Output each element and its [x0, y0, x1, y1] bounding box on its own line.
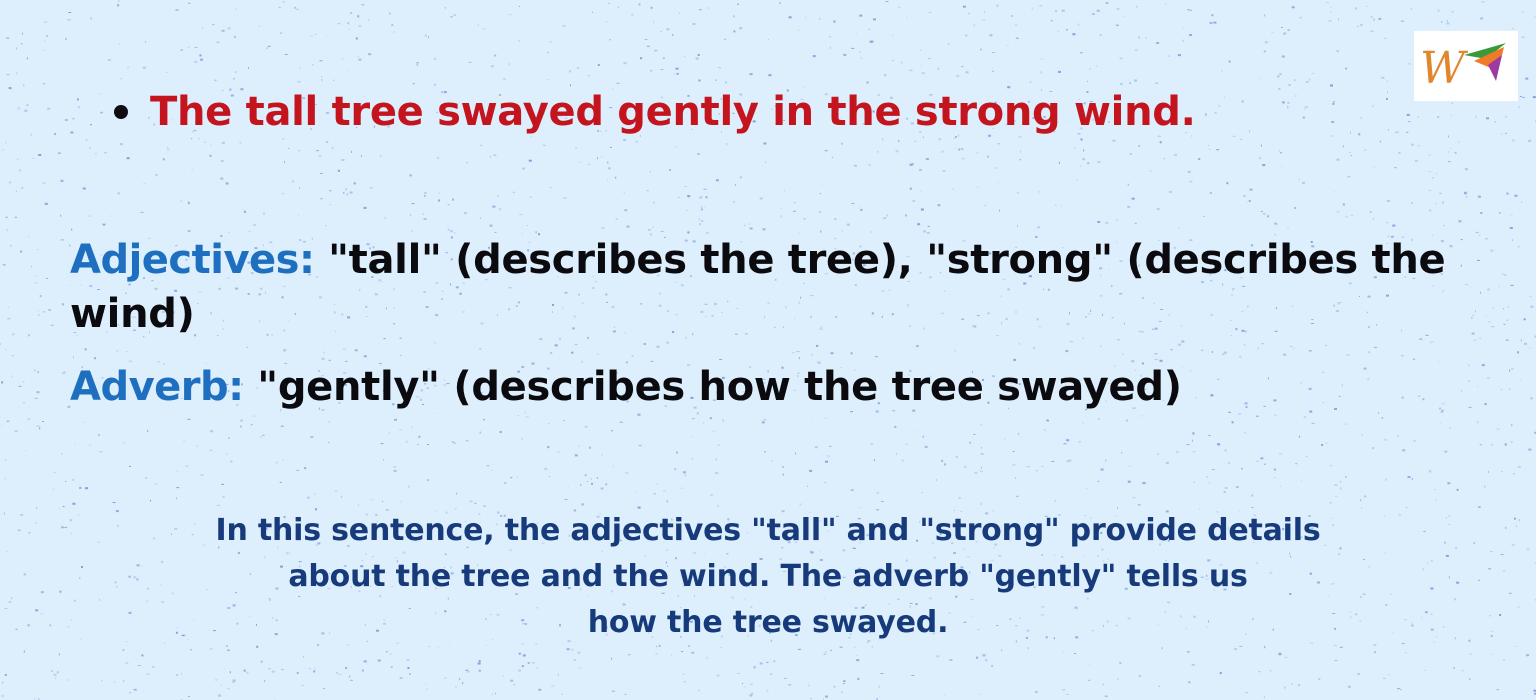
adverb-text: "gently" (describes how the tree swayed) [243, 364, 1182, 410]
adverb-explanation: Adverb: "gently" (describes how the tree… [70, 360, 1450, 414]
logo-letter: W [1420, 43, 1469, 94]
bullet-dot-icon [114, 105, 128, 119]
adverb-term: Adverb: [70, 364, 244, 410]
example-sentence: The tall tree swayed gently in the stron… [150, 89, 1196, 135]
summary-line-1: In this sentence, the adjectives "tall" … [215, 513, 1321, 548]
adjectives-term: Adjectives: [70, 237, 315, 283]
adjectives-explanation: Adjectives: "tall" (describes the tree),… [70, 233, 1450, 341]
summary-line-2: about the tree and the wind. The adverb … [288, 559, 1248, 594]
summary-paragraph: In this sentence, the adjectives "tall" … [90, 508, 1446, 646]
summary-line-3: how the tree swayed. [587, 605, 949, 640]
example-sentence-item: The tall tree swayed gently in the stron… [108, 82, 1388, 142]
logo-mark-icon: W [1420, 43, 1506, 94]
brand-logo: W [1414, 31, 1518, 101]
